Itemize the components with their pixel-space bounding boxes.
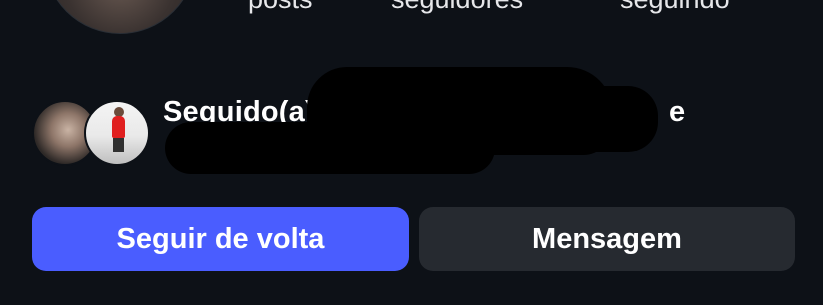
redaction-mark <box>492 86 658 152</box>
profile-avatar[interactable] <box>44 0 196 34</box>
followed-by-conjunction: e <box>669 96 686 128</box>
redaction-mark <box>333 100 483 140</box>
message-button[interactable]: Mensagem <box>419 207 795 271</box>
profile-stats: posts seguidores seguindo <box>248 0 763 14</box>
following-stat-label[interactable]: seguindo <box>620 0 730 15</box>
avatar-figure-legs <box>113 138 124 152</box>
mutual-follower-avatar[interactable] <box>84 100 150 166</box>
posts-stat-label[interactable]: posts <box>248 0 313 15</box>
avatar-figure-body <box>112 116 125 138</box>
followers-stat-label[interactable]: seguidores <box>391 0 523 15</box>
follow-back-button[interactable]: Seguir de volta <box>32 207 409 271</box>
